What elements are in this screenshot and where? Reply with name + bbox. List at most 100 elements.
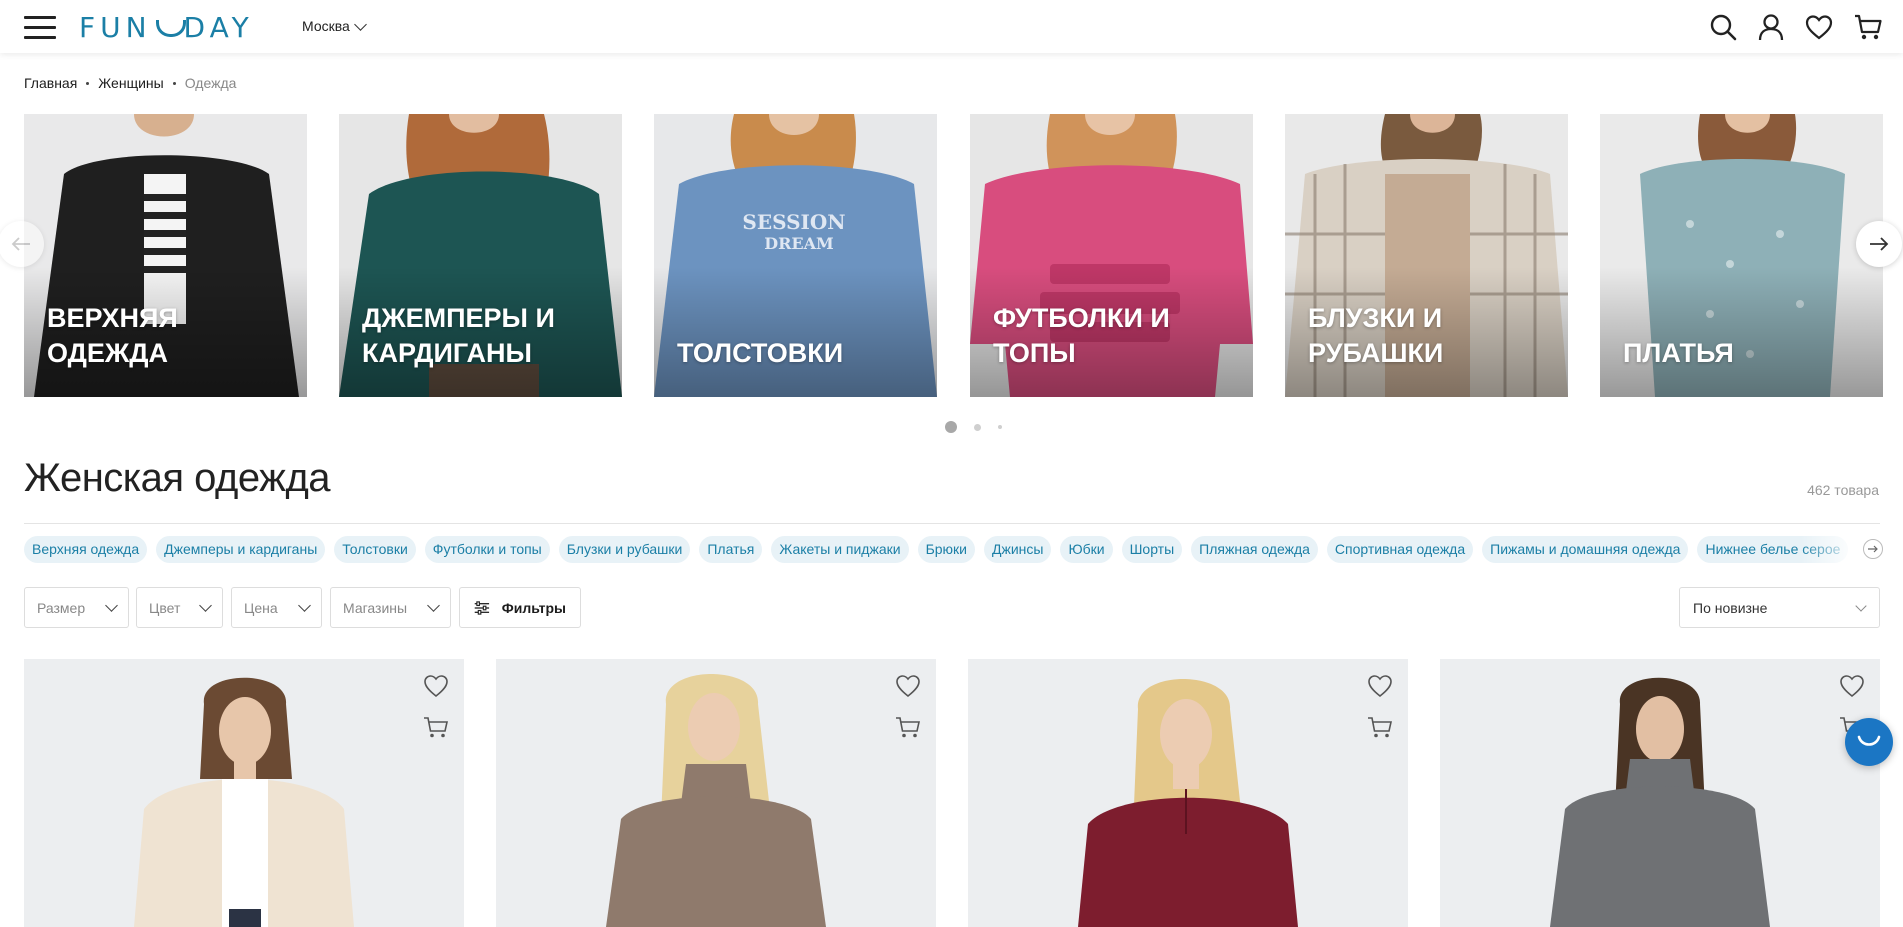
category-carousel: Верхняя одежда Джемперы и кардиганы SESS… xyxy=(24,114,1883,397)
product-image xyxy=(968,659,1408,927)
chip-jackets[interactable]: Жакеты и пиджаки xyxy=(771,536,909,563)
size-filter[interactable]: Размер xyxy=(24,587,129,628)
chevron-down-icon xyxy=(1855,599,1867,612)
category-shade xyxy=(1600,267,1883,397)
chips-next-button[interactable] xyxy=(1863,539,1883,559)
product-card[interactable] xyxy=(24,659,464,927)
sort-select-value: По новизне xyxy=(1693,599,1768,616)
size-filter-label: Размер xyxy=(37,599,86,616)
user-icon[interactable] xyxy=(1756,12,1786,42)
svg-text:SESSION: SESSION xyxy=(742,210,845,234)
search-icon[interactable] xyxy=(1708,12,1738,42)
product-card[interactable] xyxy=(968,659,1408,927)
svg-text:DREAM: DREAM xyxy=(764,234,834,253)
favorite-icon[interactable] xyxy=(894,673,922,699)
chip-sportswear[interactable]: Спортивная одежда xyxy=(1326,536,1474,563)
category-label: Блузки и рубашки xyxy=(1308,303,1444,368)
chips-fade xyxy=(1800,536,1860,563)
page-title: Женская одежда xyxy=(24,456,331,500)
chip-shorts[interactable]: Шорты xyxy=(1121,536,1183,563)
category-card-dresses[interactable]: Платья xyxy=(1600,114,1883,397)
filters-button[interactable]: Фильтры xyxy=(459,587,581,628)
add-to-cart-icon[interactable] xyxy=(1366,714,1394,740)
divider xyxy=(24,523,1880,524)
carousel-dot-active[interactable] xyxy=(945,421,957,433)
category-card-sweaters[interactable]: Джемперы и кардиганы xyxy=(339,114,622,397)
city-label: Москва xyxy=(302,18,350,34)
product-card[interactable] xyxy=(1440,659,1880,927)
favorite-icon[interactable] xyxy=(1366,673,1394,699)
chevron-down-icon xyxy=(298,598,311,612)
chip-beachwear[interactable]: Пляжная одежда xyxy=(1191,536,1318,563)
category-label: Платья xyxy=(1623,338,1734,368)
category-label: Верхняя одежда xyxy=(47,303,178,368)
chat-widget-button[interactable] xyxy=(1845,718,1893,766)
carousel-pagination xyxy=(945,421,1002,433)
category-label: Джемперы и кардиганы xyxy=(362,303,555,368)
filters-button-label: Фильтры xyxy=(501,599,566,616)
chevron-down-icon xyxy=(199,598,212,612)
color-filter-label: Цвет xyxy=(149,599,181,616)
price-filter-label: Цена xyxy=(244,599,278,616)
logo-left: FUN xyxy=(79,10,152,44)
category-card-hoodies[interactable]: SESSION DREAM Толстовки xyxy=(654,114,937,397)
category-shade xyxy=(654,267,937,397)
logo-right: DAY xyxy=(183,10,254,44)
stores-filter-label: Магазины xyxy=(343,599,408,616)
logo-smile-icon xyxy=(154,12,186,42)
chip-dresses[interactable]: Платья xyxy=(699,536,763,563)
menu-icon[interactable] xyxy=(24,16,56,39)
product-image xyxy=(1440,659,1880,927)
sort-select[interactable]: По новизне xyxy=(1679,587,1880,628)
carousel-dot[interactable] xyxy=(998,425,1002,429)
sliders-icon xyxy=(474,600,490,615)
price-filter[interactable]: Цена xyxy=(231,587,322,628)
add-to-cart-icon[interactable] xyxy=(894,714,922,740)
category-card-outerwear[interactable]: Верхняя одежда xyxy=(24,114,307,397)
chip-outerwear[interactable]: Верхняя одежда xyxy=(24,536,148,563)
logo[interactable]: FUN DAY xyxy=(79,10,254,44)
chevron-down-icon xyxy=(353,17,367,31)
chip-sweaters[interactable]: Джемперы и кардиганы xyxy=(156,536,326,563)
product-image xyxy=(496,659,936,927)
breadcrumb-current: Одежда xyxy=(184,75,237,91)
city-selector[interactable]: Москва xyxy=(302,17,367,34)
breadcrumb-women[interactable]: Женщины xyxy=(98,75,163,91)
carousel-prev-button[interactable] xyxy=(0,221,44,267)
chip-skirts[interactable]: Юбки xyxy=(1060,536,1113,563)
site-header: FUN DAY Москва xyxy=(0,0,1903,53)
breadcrumb-separator xyxy=(172,81,176,85)
chip-trousers[interactable]: Брюки xyxy=(917,536,975,563)
arrow-right-icon xyxy=(1870,237,1889,251)
chevron-down-icon xyxy=(427,598,440,612)
chip-jeans[interactable]: Джинсы xyxy=(984,536,1052,563)
carousel-dot[interactable] xyxy=(974,423,981,431)
category-label: Толстовки xyxy=(677,338,844,368)
product-image xyxy=(24,659,464,927)
product-count: 462 товара xyxy=(1807,482,1879,498)
chat-smile-icon xyxy=(1857,735,1881,746)
arrow-left-icon xyxy=(11,237,30,251)
heart-icon[interactable] xyxy=(1804,12,1834,42)
cart-icon[interactable] xyxy=(1853,12,1883,42)
chip-pajamas[interactable]: Пижамы и домашняя одежда xyxy=(1482,536,1689,563)
chip-hoodies[interactable]: Толстовки xyxy=(334,536,416,563)
color-filter[interactable]: Цвет xyxy=(136,587,223,628)
category-card-tshirts[interactable]: Футболки и топы xyxy=(970,114,1253,397)
breadcrumb-separator xyxy=(86,81,90,85)
subcategory-chips: Верхняя одежда Джемперы и кардиганы Толс… xyxy=(24,536,1851,563)
chip-blouses[interactable]: Блузки и рубашки xyxy=(558,536,691,563)
arrow-right-icon xyxy=(1868,545,1878,553)
favorite-icon[interactable] xyxy=(1838,673,1866,699)
category-card-blouses[interactable]: Блузки и рубашки xyxy=(1285,114,1568,397)
favorite-icon[interactable] xyxy=(422,673,450,699)
category-label: Футболки и топы xyxy=(993,303,1170,368)
stores-filter[interactable]: Магазины xyxy=(330,587,451,628)
product-card[interactable] xyxy=(496,659,936,927)
add-to-cart-icon[interactable] xyxy=(422,714,450,740)
carousel-next-button[interactable] xyxy=(1856,221,1902,267)
chip-tshirts[interactable]: Футболки и топы xyxy=(424,536,550,563)
chevron-down-icon xyxy=(105,598,118,612)
breadcrumb-home[interactable]: Главная xyxy=(24,75,77,91)
breadcrumb: Главная Женщины Одежда xyxy=(24,75,236,91)
